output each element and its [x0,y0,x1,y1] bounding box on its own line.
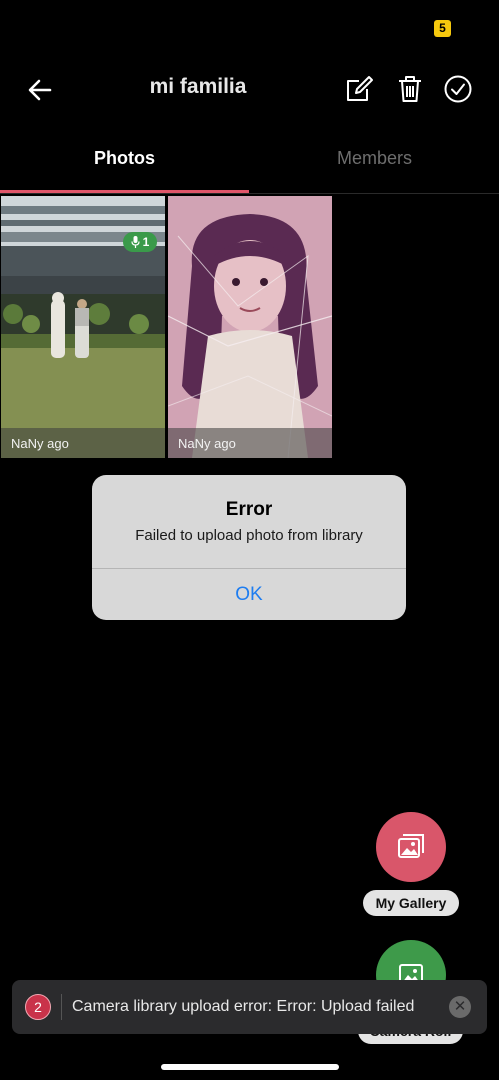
photo-timestamp: NaNy ago [11,436,69,451]
back-button[interactable] [22,72,58,108]
my-gallery-label[interactable]: My Gallery [363,890,459,916]
photo-caption-bar: NaNy ago [168,428,332,458]
microphone-icon [131,236,140,248]
confirm-button[interactable] [442,72,474,106]
photo-thumbnail [168,196,332,458]
error-toast[interactable]: 2 Camera library upload error: Error: Up… [12,980,487,1034]
status-badge: 5 [434,20,451,37]
audio-count-badge: 1 [123,232,157,252]
tab-divider [0,193,499,194]
toast-count-badge: 2 [25,994,51,1020]
edit-button[interactable] [342,72,374,106]
photo-tile[interactable]: 1 NaNy ago [1,196,165,458]
error-alert-dialog: Error Failed to upload photo from librar… [92,475,406,620]
photo-timestamp: NaNy ago [178,436,236,451]
photo-tile[interactable]: NaNy ago [168,196,332,458]
alert-title: Error [225,499,273,520]
close-icon[interactable]: ✕ [449,996,471,1018]
gallery-icon [398,834,424,858]
page-title: mi familia [149,75,247,98]
edit-icon [347,76,373,101]
home-indicator [161,1064,339,1070]
my-gallery-button[interactable] [376,812,446,882]
back-arrow-icon [28,79,52,101]
audio-count: 1 [142,235,150,249]
checkmark-circle-icon [444,75,472,103]
tab-members[interactable]: Members [250,148,499,169]
toast-message: Camera library upload error: Error: Uplo… [72,998,415,1015]
delete-button[interactable] [394,72,426,106]
tab-photos[interactable]: Photos [0,148,249,169]
photo-caption-bar: NaNy ago [1,428,165,458]
toast-divider [61,994,62,1020]
ok-button[interactable]: OK [92,569,406,620]
trash-icon [399,76,421,102]
alert-message: Failed to upload photo from library [135,527,363,544]
